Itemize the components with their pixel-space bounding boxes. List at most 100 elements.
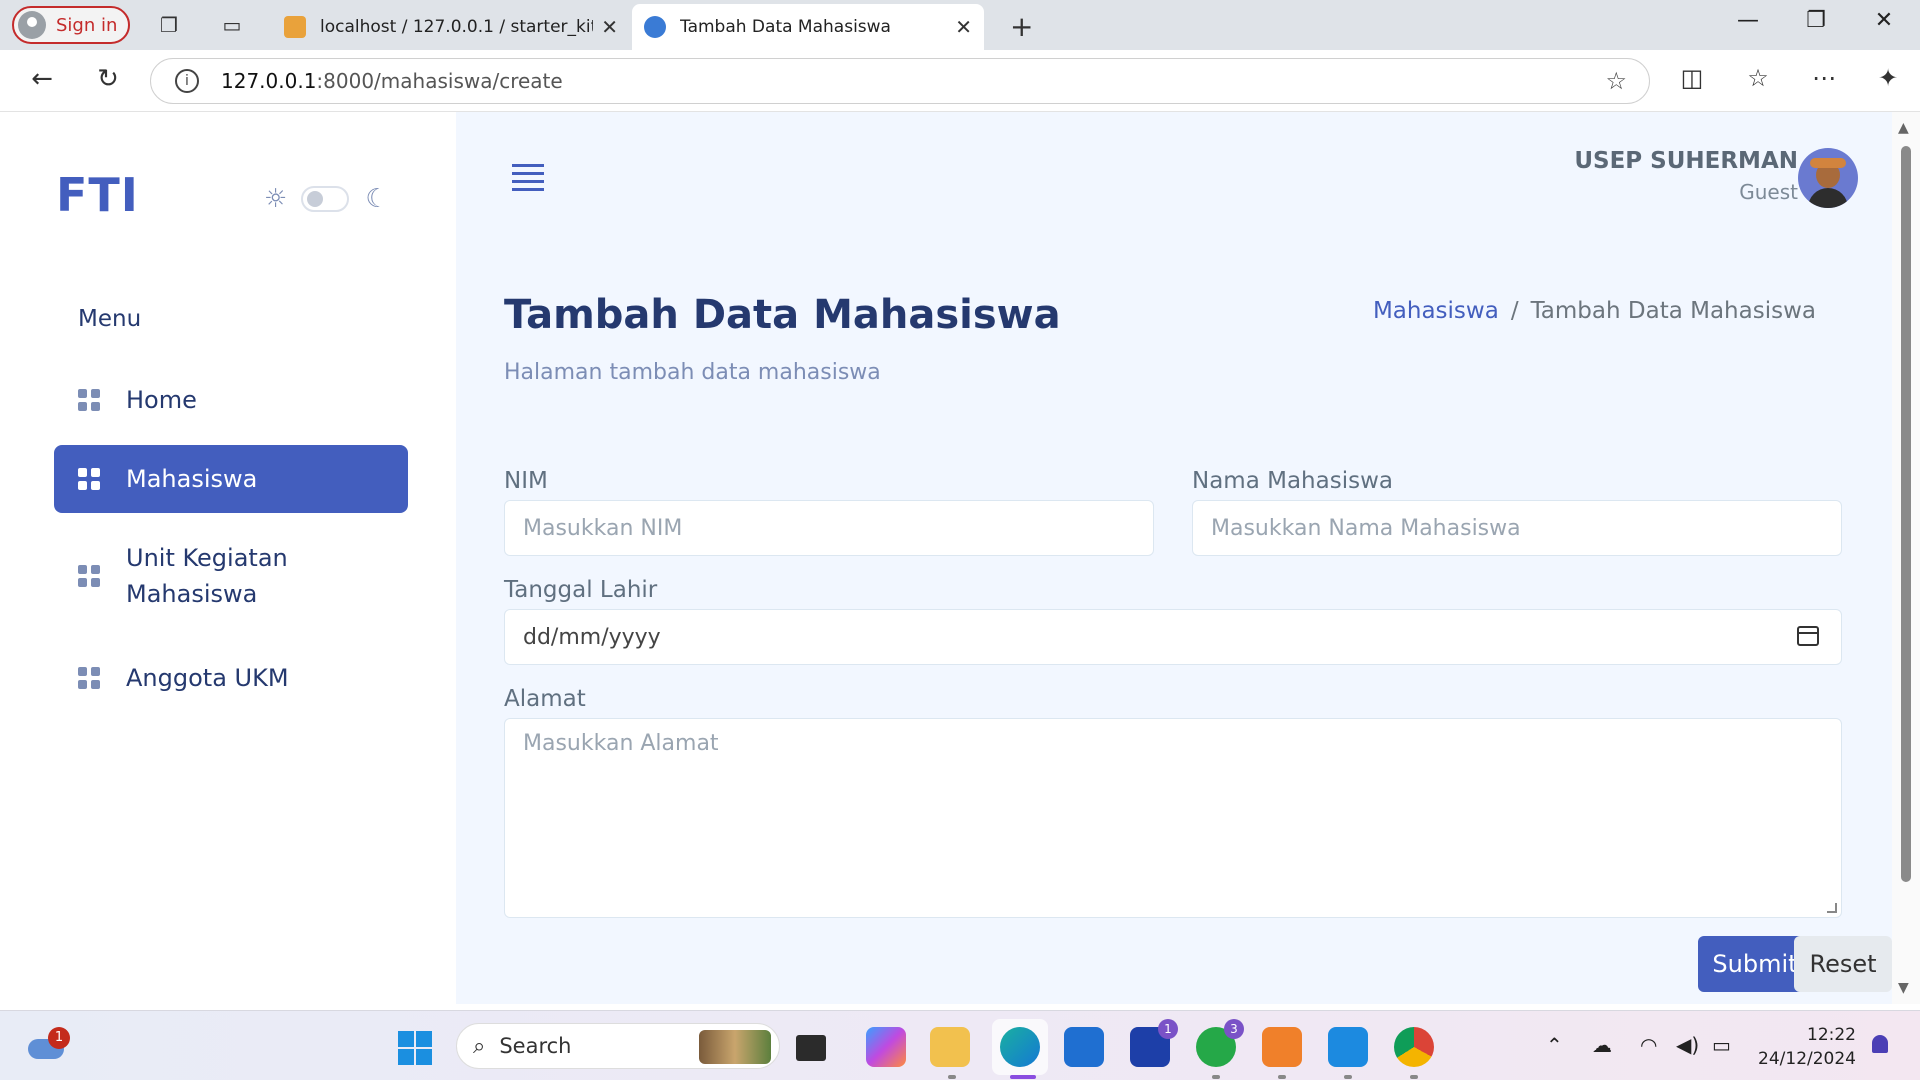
whatsapp-icon[interactable]: 3 (1196, 1019, 1244, 1067)
file-explorer-icon[interactable] (930, 1027, 970, 1067)
system-clock[interactable]: 12:22 24/12/2024 (1756, 1023, 1856, 1071)
grid-icon (78, 389, 100, 411)
tanggal-lahir-label: Tanggal Lahir (504, 577, 658, 603)
back-icon[interactable]: ← (24, 64, 60, 94)
sidebar-item-label: Unit Kegiatan Mahasiswa (126, 544, 288, 608)
cloud-sync-icon[interactable]: ☁ (1592, 1033, 1612, 1057)
hamburger-menu-icon[interactable] (512, 164, 544, 194)
minimize-icon[interactable]: — (1728, 8, 1768, 33)
user-role: Guest (1739, 180, 1798, 204)
avatar[interactable] (1798, 148, 1858, 208)
profile-icon (18, 11, 46, 39)
more-menu-icon[interactable]: ⋯ (1806, 64, 1842, 92)
vscode-icon[interactable] (1328, 1027, 1368, 1067)
notification-bell-icon[interactable] (1870, 1035, 1890, 1059)
clock-date: 24/12/2024 (1758, 1049, 1856, 1069)
l-app-icon[interactable]: 1 (1130, 1019, 1178, 1067)
app-badge: 3 (1224, 1019, 1244, 1039)
resize-handle[interactable] (1827, 903, 1837, 913)
alamat-placeholder: Masukkan Alamat (523, 731, 719, 756)
reset-button[interactable]: Reset (1794, 936, 1892, 992)
close-tab-icon[interactable]: ✕ (955, 15, 972, 39)
nim-input[interactable]: Masukkan NIM (504, 500, 1154, 556)
user-info[interactable]: USEP SUHERMAN Guest (1574, 148, 1798, 204)
task-view-icon[interactable] (796, 1035, 826, 1061)
grid-icon (78, 468, 100, 490)
user-name: USEP SUHERMAN (1574, 148, 1798, 174)
scrollbar-thumb[interactable] (1901, 146, 1911, 882)
sidebar-item-home[interactable]: Home (54, 370, 408, 430)
scroll-up-icon[interactable]: ▲ (1898, 120, 1909, 136)
scroll-down-icon[interactable]: ▼ (1898, 980, 1909, 996)
breadcrumb-link-mahasiswa[interactable]: Mahasiswa (1373, 298, 1499, 324)
close-tab-icon[interactable]: ✕ (601, 15, 618, 39)
web-page: FTI ☼ ☾ Menu Home Mahasiswa Unit Kegiata… (6, 112, 1892, 1004)
sidebar-item-ukm[interactable]: Unit Kegiatan Mahasiswa (54, 534, 408, 618)
search-highlight-image (699, 1030, 771, 1064)
user-favicon (644, 16, 666, 38)
logo[interactable]: FTI (56, 168, 139, 222)
sidebar-item-anggota-ukm[interactable]: Anggota UKM (54, 648, 408, 708)
nama-label: Nama Mahasiswa (1192, 468, 1393, 494)
split-screen-icon[interactable]: ◫ (1674, 64, 1710, 92)
breadcrumb-separator: / (1510, 298, 1519, 324)
chrome-icon[interactable] (1394, 1027, 1434, 1067)
store-icon[interactable] (1064, 1027, 1104, 1067)
date-value: dd/mm/yyyy (523, 624, 661, 650)
address-toolbar: ← ↻ i 127.0.0.1:8000/mahasiswa/create ☆ … (0, 50, 1920, 112)
tab-title: Tambah Data Mahasiswa (680, 17, 891, 37)
workspaces-icon[interactable]: ❐ (156, 12, 182, 38)
tab-tambah-data[interactable]: Tambah Data Mahasiswa ✕ (632, 4, 984, 50)
sun-icon: ☼ (264, 184, 288, 214)
new-tab-icon[interactable]: + (1010, 10, 1033, 43)
volume-icon[interactable]: ◀) (1676, 1033, 1699, 1057)
breadcrumb: Mahasiswa / Tambah Data Mahasiswa (1373, 298, 1816, 324)
moon-icon: ☾ (365, 184, 389, 214)
copilot-app-icon[interactable] (866, 1027, 906, 1067)
theme-switcher: ☼ ☾ (264, 184, 389, 214)
edge-icon[interactable] (1000, 1027, 1040, 1067)
sidebar-item-label: Mahasiswa (126, 465, 258, 493)
menu-title: Menu (78, 306, 142, 332)
taskbar-search[interactable]: ⌕ Search (456, 1023, 780, 1069)
theme-toggle[interactable] (301, 186, 350, 212)
nim-label: NIM (504, 468, 548, 494)
nama-input[interactable]: Masukkan Nama Mahasiswa (1192, 500, 1842, 556)
tab-actions-icon[interactable]: ▭ (219, 12, 245, 38)
alamat-label: Alamat (504, 686, 586, 712)
sidebar: FTI ☼ ☾ Menu Home Mahasiswa Unit Kegiata… (6, 112, 456, 1004)
url-input[interactable]: i 127.0.0.1:8000/mahasiswa/create ☆ (150, 58, 1650, 104)
battery-icon[interactable]: ▭ (1712, 1033, 1731, 1057)
tab-phpmyadmin[interactable]: localhost / 127.0.0.1 / starter_kits ✕ (272, 4, 630, 50)
sidebar-item-mahasiswa[interactable]: Mahasiswa (54, 445, 408, 513)
running-indicator (1410, 1075, 1418, 1079)
running-indicator (1344, 1075, 1352, 1079)
running-indicator (1212, 1075, 1220, 1079)
wifi-icon[interactable]: ◠ (1640, 1033, 1657, 1057)
sidebar-item-label: Home (126, 386, 197, 414)
scrollbar[interactable]: ▲ ▼ (1892, 112, 1920, 1004)
windows-start-icon[interactable] (398, 1031, 432, 1065)
copilot-icon[interactable]: ✦ (1870, 64, 1906, 92)
tanggal-lahir-input[interactable]: dd/mm/yyyy (504, 609, 1842, 665)
sign-in-button[interactable]: Sign in (12, 6, 130, 44)
calendar-icon[interactable] (1797, 626, 1819, 646)
favorites-icon[interactable]: ☆ (1740, 64, 1776, 92)
alamat-textarea[interactable]: Masukkan Alamat (504, 718, 1842, 918)
running-indicator (948, 1075, 956, 1079)
grid-icon (78, 565, 100, 587)
sign-in-label: Sign in (56, 14, 118, 36)
grid-icon (78, 667, 100, 689)
running-indicator (1278, 1075, 1286, 1079)
restore-icon[interactable]: ❐ (1796, 8, 1836, 33)
phpmyadmin-favicon (284, 16, 306, 38)
refresh-icon[interactable]: ↻ (90, 64, 126, 94)
chevron-up-icon[interactable]: ⌃ (1546, 1033, 1563, 1057)
weather-widget[interactable]: 1 (28, 1027, 70, 1061)
xampp-icon[interactable] (1262, 1027, 1302, 1067)
close-window-icon[interactable]: ✕ (1864, 8, 1904, 33)
browser-tabbar: Sign in ❐ ▭ localhost / 127.0.0.1 / star… (0, 0, 1920, 50)
favorite-star-icon[interactable]: ☆ (1605, 67, 1627, 95)
info-icon[interactable]: i (175, 69, 199, 93)
url-path: :8000/mahasiswa/create (316, 69, 563, 93)
